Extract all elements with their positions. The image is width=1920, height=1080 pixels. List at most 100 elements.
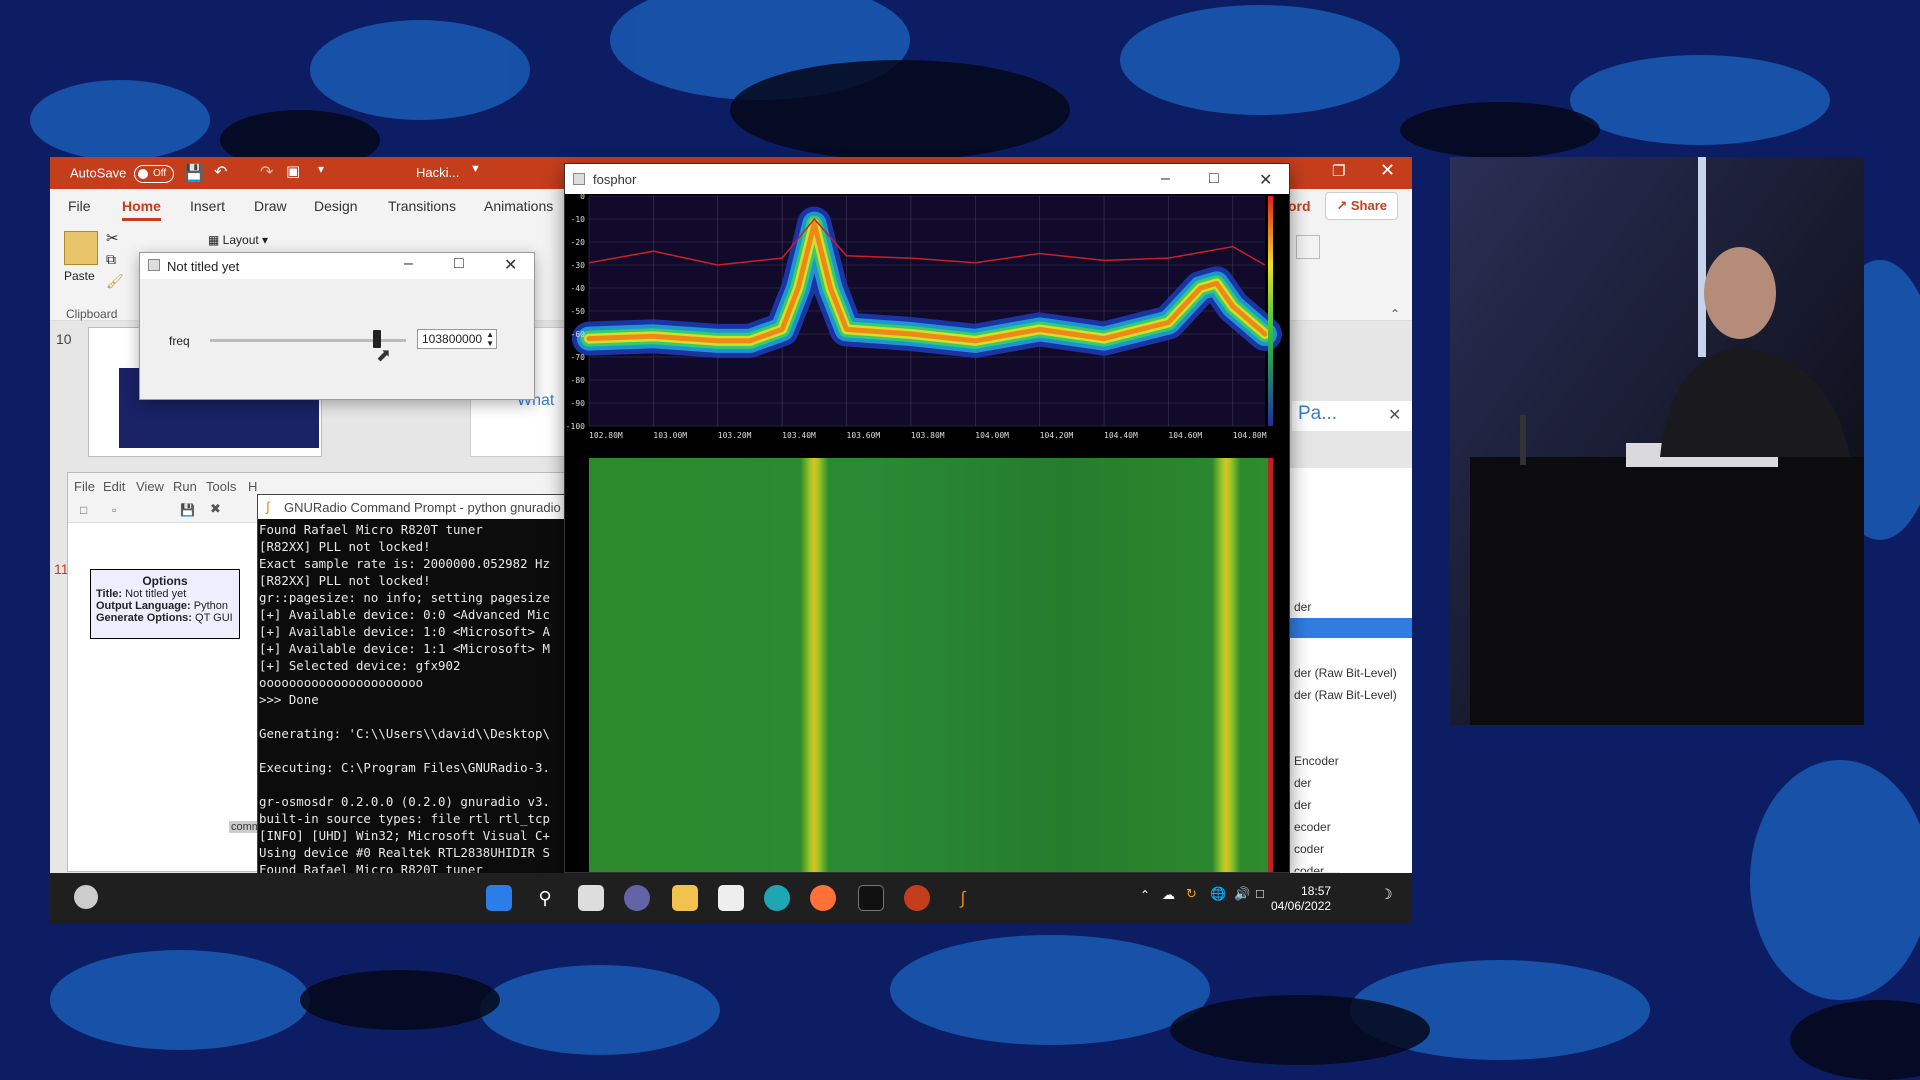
save-icon[interactable]: 💾 [180,503,195,517]
list-item[interactable]: ecoder [1294,820,1331,834]
tab-record-fragment[interactable]: ord [1288,198,1311,214]
close-icon[interactable]: ✖ [210,501,221,517]
restore-icon[interactable]: ❐ [1332,162,1345,180]
designer-icon[interactable] [1296,235,1320,259]
options-block[interactable]: Options Title: Not titled yet Output Lan… [90,569,240,639]
edge-icon[interactable] [764,885,790,911]
list-item[interactable]: der (Raw Bit-Level) [1294,688,1397,702]
grc-menu-view[interactable]: View [136,479,164,494]
minimize-icon[interactable]: – [1161,170,1170,188]
save-icon[interactable]: 💾 [184,163,204,183]
redo-icon[interactable]: ↷ [260,162,273,182]
battery-icon[interactable]: □ [1256,886,1264,901]
taskbar-clock[interactable]: 18:57 04/06/2022 [1271,884,1331,914]
tab-design[interactable]: Design [314,198,358,214]
tab-transitions[interactable]: Transitions [388,198,456,214]
customize-qat-icon[interactable]: ▾ [318,162,324,176]
cut-icon[interactable]: ✂ [106,229,119,247]
maximize-icon[interactable]: □ [454,255,464,273]
volume-icon[interactable]: 🔊 [1234,886,1250,902]
presenter-head [1704,247,1776,339]
close-icon[interactable]: ✕ [1388,405,1401,425]
fosphor-titlebar[interactable]: fosphor – □ ✕ [565,164,1289,194]
selected-list-item[interactable] [1290,618,1412,638]
network-icon[interactable]: 🌐 [1210,886,1226,902]
copy-icon[interactable]: ⧉ [106,251,116,268]
list-item[interactable]: Encoder [1294,754,1339,768]
autosave-toggle[interactable]: AutoSave Off [70,165,174,183]
waterfall-plot[interactable] [565,458,1289,872]
tab-file[interactable]: File [68,198,91,214]
list-item[interactable]: der [1294,798,1311,812]
close-icon[interactable]: ✕ [1259,170,1272,190]
grc-menu-help[interactable]: H [248,479,257,494]
freq-slider-track[interactable] [210,330,406,348]
y-tick-label: -90 [571,399,586,408]
tab-draw[interactable]: Draw [254,198,287,214]
format-painter-icon[interactable]: 🖌 [106,273,124,290]
cmd-output[interactable]: Found Rafael Micro R820T tuner [R82XX] PL… [258,519,568,875]
new-icon[interactable]: □ [80,503,87,517]
pane-header: Pa... ✕ [1292,401,1412,431]
spectrum-plot[interactable]: 0 -10 -20 -30 -40 -50 -60 -70 -80 -90 -100 102.80M 1… [565,194,1289,458]
share-button[interactable]: ↗ Share [1325,192,1398,220]
file-explorer-icon[interactable] [672,885,698,911]
undo-icon[interactable]: ↶ [214,162,227,182]
grc-menu-edit[interactable]: Edit [103,479,125,494]
presenter-webcam [1450,157,1864,725]
cmd-titlebar[interactable]: ∫ GNURadio Command Prompt - python gnura… [258,495,566,519]
search-icon[interactable]: ⚲ [532,885,558,911]
task-view-icon[interactable] [578,885,604,911]
store-icon[interactable] [718,885,744,911]
paste-icon[interactable] [64,231,98,265]
paste-label[interactable]: Paste [64,269,95,283]
focus-assist-icon[interactable]: ☽ [1380,886,1393,903]
cmd-line: oooooooooooooooooooooo [259,675,424,690]
cmd-line: [+] Available device: 1:1 <Microsoft> M [259,641,550,656]
maximize-icon[interactable]: □ [1209,170,1219,188]
spin-arrows-icon[interactable]: ▲ ▼ [486,330,494,348]
tab-animations[interactable]: Animations [484,198,553,214]
microphone-stand [1520,415,1526,465]
firefox-icon[interactable] [810,885,836,911]
grc-menu-file[interactable]: File [74,479,95,494]
collapse-ribbon-icon[interactable]: ⌃ [1390,307,1400,321]
close-icon[interactable]: ✕ [504,255,517,275]
minimize-icon[interactable]: – [404,255,413,273]
cmd-line: gr-osmosdr 0.2.0.0 (0.2.0) gnuradio v3. [259,794,550,809]
cloud-icon[interactable]: ☁ [1162,887,1175,903]
powerpoint-icon[interactable] [904,885,930,911]
list-item[interactable]: coder [1294,842,1324,856]
grc-menu-tools[interactable]: Tools [206,479,236,494]
cmd-line: Exact sample rate is: 2000000.052982 Hz [259,556,550,571]
cmd-line: Generating: 'C:\\Users\\david\\Desktop\ [259,726,550,741]
list-item[interactable]: der [1294,600,1311,614]
weather-icon[interactable] [74,885,98,909]
windows-start-icon[interactable] [486,885,512,911]
layout-label: Layout [222,233,259,247]
autosave-switch[interactable]: Off [134,165,174,183]
open-icon[interactable]: ▫ [112,503,116,517]
close-icon[interactable]: ✕ [1380,160,1395,181]
present-icon[interactable]: ▣ [286,162,300,180]
gnuradio-icon[interactable]: ∫ [950,885,976,911]
tray-overflow-icon[interactable]: ⌃ [1140,888,1150,902]
sync-icon[interactable]: ↻ [1186,886,1197,902]
terminal-icon[interactable] [858,885,884,911]
options-heading: Options [142,574,188,588]
layout-button[interactable]: ▦ Layout ▾ [208,233,268,247]
freq-spinbox[interactable]: 103800000 ▲ ▼ [417,329,497,349]
list-item[interactable]: der (Raw Bit-Level) [1294,666,1397,680]
y-tick-label: -100 [566,422,585,431]
tab-home[interactable]: Home [122,198,161,221]
teams-icon[interactable] [624,885,650,911]
grc-menu-run[interactable]: Run [173,479,197,494]
list-item[interactable]: coder [1294,864,1324,872]
fosphor-window: fosphor – □ ✕ 0 -10 -20 -30 -40 -50 -60 -70 -80 -… [564,163,1290,873]
qt-titlebar[interactable]: Not titled yet – □ ✕ [140,253,534,279]
document-title[interactable]: Hacki... [416,165,459,180]
list-item[interactable]: der [1294,776,1311,790]
chevron-down-icon[interactable]: ▼ [470,163,481,175]
tab-insert[interactable]: Insert [190,198,225,214]
cmd-line: gr::pagesize: no info; setting pagesize [259,590,550,605]
